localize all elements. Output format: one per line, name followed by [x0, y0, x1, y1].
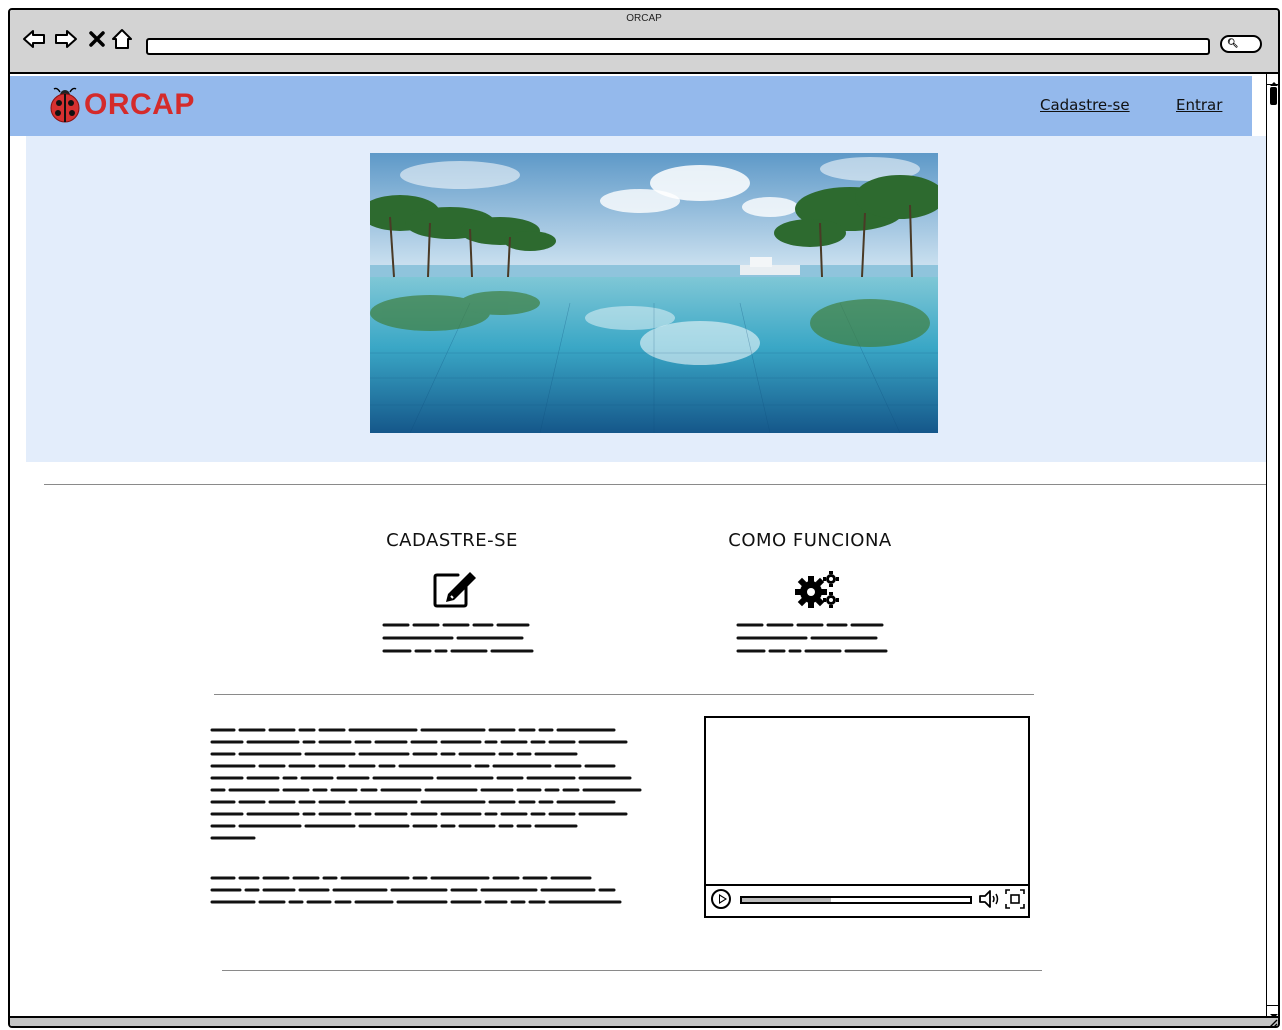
browser-window: ORCAP 🔍︎ ORCAP Cadastre-se Entrar CADAST…: [8, 8, 1280, 1028]
feature-title-como-funciona: COMO FUNCIONA: [728, 530, 892, 551]
window-title: ORCAP: [626, 13, 662, 24]
home-icon[interactable]: [111, 28, 133, 50]
pool-beach-image: [370, 153, 938, 433]
close-x-icon[interactable]: [88, 28, 106, 50]
scroll-down-button[interactable]: [1267, 1005, 1278, 1018]
back-arrow-icon[interactable]: [22, 28, 46, 50]
video-progress-track[interactable]: [740, 896, 972, 904]
video-progress-fill: [742, 898, 831, 902]
volume-icon[interactable]: [978, 888, 1000, 910]
site-header: ORCAP Cadastre-se Entrar: [10, 76, 1252, 136]
fullscreen-icon[interactable]: [1004, 888, 1026, 910]
forward-arrow-icon[interactable]: [54, 28, 78, 50]
video-controls: [706, 884, 1028, 916]
scroll-up-button[interactable]: [1267, 74, 1278, 86]
edit-pencil-icon[interactable]: [432, 569, 478, 609]
search-button[interactable]: 🔍︎: [1220, 35, 1262, 53]
nav-link-cadastre-se[interactable]: Cadastre-se: [1040, 96, 1130, 114]
video-player[interactable]: [704, 716, 1030, 918]
scroll-thumb[interactable]: [1270, 87, 1277, 105]
brand-name[interactable]: ORCAP: [84, 88, 195, 122]
vertical-scrollbar[interactable]: [1266, 74, 1278, 1018]
ladybug-logo-icon: [50, 87, 80, 123]
status-bar: [10, 1016, 1278, 1028]
address-bar[interactable]: [146, 38, 1210, 55]
nav-link-entrar[interactable]: Entrar: [1176, 96, 1222, 114]
resize-grip-icon[interactable]: [1266, 1018, 1278, 1028]
feature-text-como-funciona: [736, 623, 888, 653]
browser-chrome: ORCAP 🔍︎: [10, 10, 1278, 74]
section-divider: [214, 694, 1034, 695]
section-divider: [222, 970, 1042, 971]
hero-banner: [26, 136, 1266, 462]
search-icon: 🔍︎: [1227, 39, 1239, 49]
feature-title-cadastre-se: CADASTRE-SE: [386, 530, 518, 551]
page-viewport: ORCAP Cadastre-se Entrar CADASTRE-SE COM…: [10, 74, 1266, 1016]
feature-text-cadastre-se: [382, 623, 534, 653]
gears-icon[interactable]: [794, 570, 840, 610]
text-paragraph: [210, 728, 642, 840]
play-icon[interactable]: [711, 889, 731, 909]
section-divider: [44, 484, 1266, 485]
text-paragraph: [210, 876, 622, 904]
